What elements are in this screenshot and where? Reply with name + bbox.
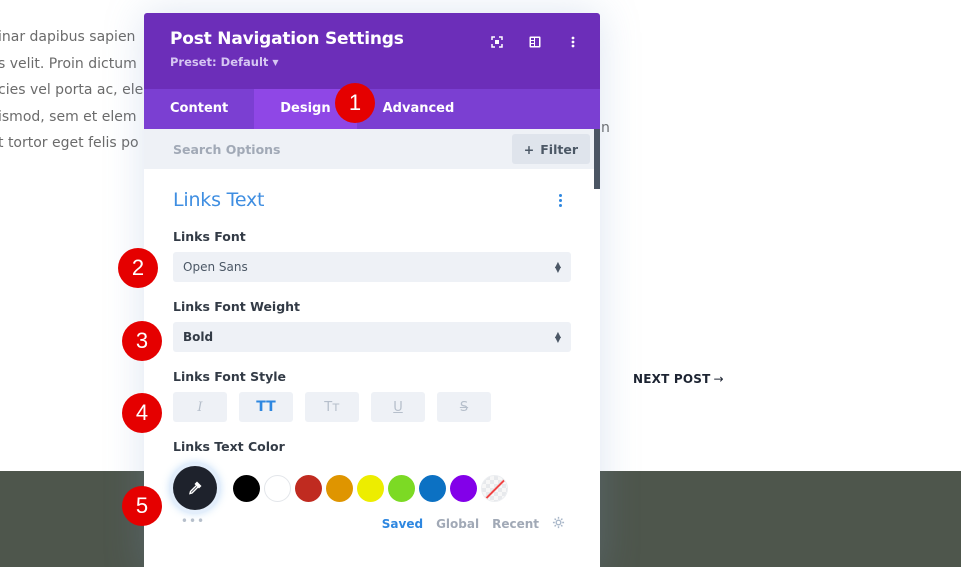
links-font-weight-select[interactable]: Bold ▲ ▼ <box>173 322 571 352</box>
annotation-badge-1: 1 <box>335 83 375 123</box>
annotation-badge-3: 3 <box>122 321 162 361</box>
next-post-label: NEXT POST <box>633 372 711 386</box>
color-swatch-none[interactable] <box>481 474 508 502</box>
underline-button[interactable]: U <box>371 392 425 422</box>
settings-content: Links Text Links Font Open Sans ▲ ▼ Links… <box>144 169 600 532</box>
strikethrough-icon: S <box>459 399 469 415</box>
more-colors-icon[interactable]: ••• <box>173 514 213 528</box>
links-font-value: Open Sans <box>183 260 248 274</box>
preset-label: Preset: Default <box>170 55 269 69</box>
paragraph-fragment: n <box>601 120 610 136</box>
palette-tab-saved[interactable]: Saved <box>382 517 423 531</box>
color-swatch-red[interactable] <box>295 474 322 502</box>
paragraph-line: cies vel porta ac, ele <box>0 82 144 98</box>
gear-icon[interactable] <box>552 516 565 532</box>
links-font-style-label: Links Font Style <box>173 369 286 384</box>
paragraph-line: s velit. Proin dictum <box>0 55 137 72</box>
color-swatch-purple[interactable] <box>450 474 477 502</box>
links-text-color-label: Links Text Color <box>173 439 285 454</box>
section-title: Links Text <box>173 189 265 211</box>
color-swatch-orange[interactable] <box>326 474 353 502</box>
color-swatch-blue[interactable] <box>419 474 446 502</box>
paragraph-line: inar dapibus sapien <box>0 29 136 45</box>
page: inar dapibus sapien s velit. Proin dictu… <box>0 0 961 567</box>
palette-tab-recent[interactable]: Recent <box>492 517 539 531</box>
palette-footer: ••• Saved Global Recent <box>173 514 571 532</box>
color-swatch-yellow[interactable] <box>357 474 384 502</box>
uppercase-icon: TT <box>256 399 276 415</box>
arrow-right-icon: → <box>713 372 724 386</box>
capitalize-button[interactable]: Tт <box>305 392 359 422</box>
paragraph-line: ismod, sem et elem <box>0 108 137 125</box>
search-bar: + Filter <box>144 129 600 169</box>
tab-advanced[interactable]: Advanced <box>357 89 481 129</box>
select-arrows-icon: ▲ ▼ <box>554 330 561 344</box>
caret-down-icon: ▼ <box>272 57 279 67</box>
italic-button[interactable]: I <box>173 392 227 422</box>
section-header[interactable]: Links Text <box>173 188 571 212</box>
annotation-badge-2: 2 <box>118 248 158 288</box>
palette-tab-global[interactable]: Global <box>436 517 479 531</box>
strikethrough-button[interactable]: S <box>437 392 491 422</box>
links-font-select[interactable]: Open Sans ▲ ▼ <box>173 252 571 282</box>
select-arrows-icon: ▲ ▼ <box>554 260 561 274</box>
paragraph-line: t tortor eget felis po <box>0 135 139 151</box>
eyedropper-icon <box>189 481 202 495</box>
uppercase-button[interactable]: TT <box>239 392 293 422</box>
color-swatch-white[interactable] <box>264 474 291 502</box>
annotation-badge-5: 5 <box>122 486 162 526</box>
color-picker-button[interactable] <box>173 466 217 510</box>
next-post-link[interactable]: NEXT POST → <box>633 372 724 386</box>
underline-icon: U <box>393 399 403 415</box>
focus-mode-icon[interactable] <box>490 35 504 49</box>
plus-icon: + <box>523 141 535 157</box>
search-options-input[interactable] <box>173 141 473 157</box>
links-font-weight-value: Bold <box>183 330 214 344</box>
modal-header: Post Navigation Settings Preset: Default… <box>144 13 600 89</box>
section-options-icon[interactable] <box>559 193 563 207</box>
font-style-buttons: I TT Tт U S <box>173 392 571 422</box>
italic-icon: I <box>197 399 203 415</box>
more-options-icon[interactable] <box>566 35 580 49</box>
scrollbar[interactable] <box>594 129 600 189</box>
color-swatch-black[interactable] <box>233 474 260 502</box>
annotation-badge-4: 4 <box>122 393 162 433</box>
filter-label: Filter <box>540 141 578 157</box>
capitalize-icon: Tт <box>324 399 340 415</box>
links-font-weight-label: Links Font Weight <box>173 299 301 314</box>
tab-content[interactable]: Content <box>144 89 254 129</box>
preset-dropdown[interactable]: Preset: Default ▼ <box>170 55 574 69</box>
color-swatch-green[interactable] <box>388 474 415 502</box>
links-font-label: Links Font <box>173 229 246 244</box>
color-palette <box>173 466 571 510</box>
split-view-icon[interactable] <box>528 35 542 49</box>
filter-button[interactable]: + Filter <box>511 134 590 164</box>
background-paragraph: inar dapibus sapien s velit. Proin dictu… <box>0 24 143 157</box>
